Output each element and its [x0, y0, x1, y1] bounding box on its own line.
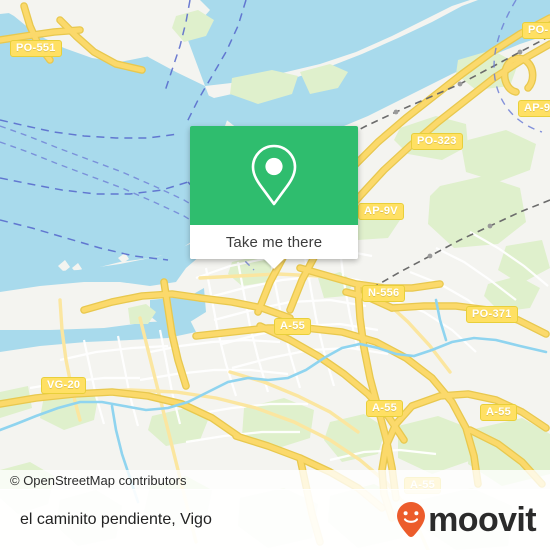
callout-pin-panel — [190, 126, 358, 225]
road-shield-po-551: PO-551 — [10, 40, 62, 57]
road-shield-ap-9v: AP-9V — [358, 203, 404, 220]
road-shield-vg-20: VG-20 — [41, 377, 87, 394]
road-shield-a-55-mid: A-55 — [366, 400, 404, 417]
bottom-info-bar: el caminito pendiente, Vigo moovit — [0, 489, 550, 550]
road-shield-a-55-east: A-55 — [480, 404, 518, 421]
road-shield-ap-9: AP-9 — [518, 100, 550, 117]
road-shield-po-371: PO-371 — [466, 306, 518, 323]
map-canvas[interactable] — [0, 0, 550, 550]
take-me-there-label: Take me there — [225, 233, 323, 251]
road-shield-po-partial: PO- — [522, 22, 550, 39]
moovit-logo[interactable]: moovit — [396, 501, 550, 539]
callout-tail — [263, 258, 285, 269]
road-shield-a-55-west: A-55 — [274, 318, 312, 335]
osm-attribution-text[interactable]: © OpenStreetMap contributors — [0, 473, 187, 488]
road-shield-po-323: PO-323 — [411, 133, 463, 150]
place-name-label: el caminito pendiente, Vigo — [20, 510, 212, 528]
location-callout-card[interactable]: Take me there — [190, 126, 358, 269]
map-attribution-bar: © OpenStreetMap contributors — [0, 470, 550, 490]
moovit-wordmark: moovit — [428, 500, 536, 539]
moovit-smiley-pin-icon — [396, 501, 426, 539]
take-me-there-button[interactable]: Take me there — [190, 225, 358, 269]
moovit-map-screen: PO-551 PO- AP-9 PO-323 AP-9V N-556 PO-37… — [0, 0, 550, 550]
road-shield-n-556: N-556 — [362, 285, 406, 302]
map-pin-icon — [247, 142, 301, 210]
